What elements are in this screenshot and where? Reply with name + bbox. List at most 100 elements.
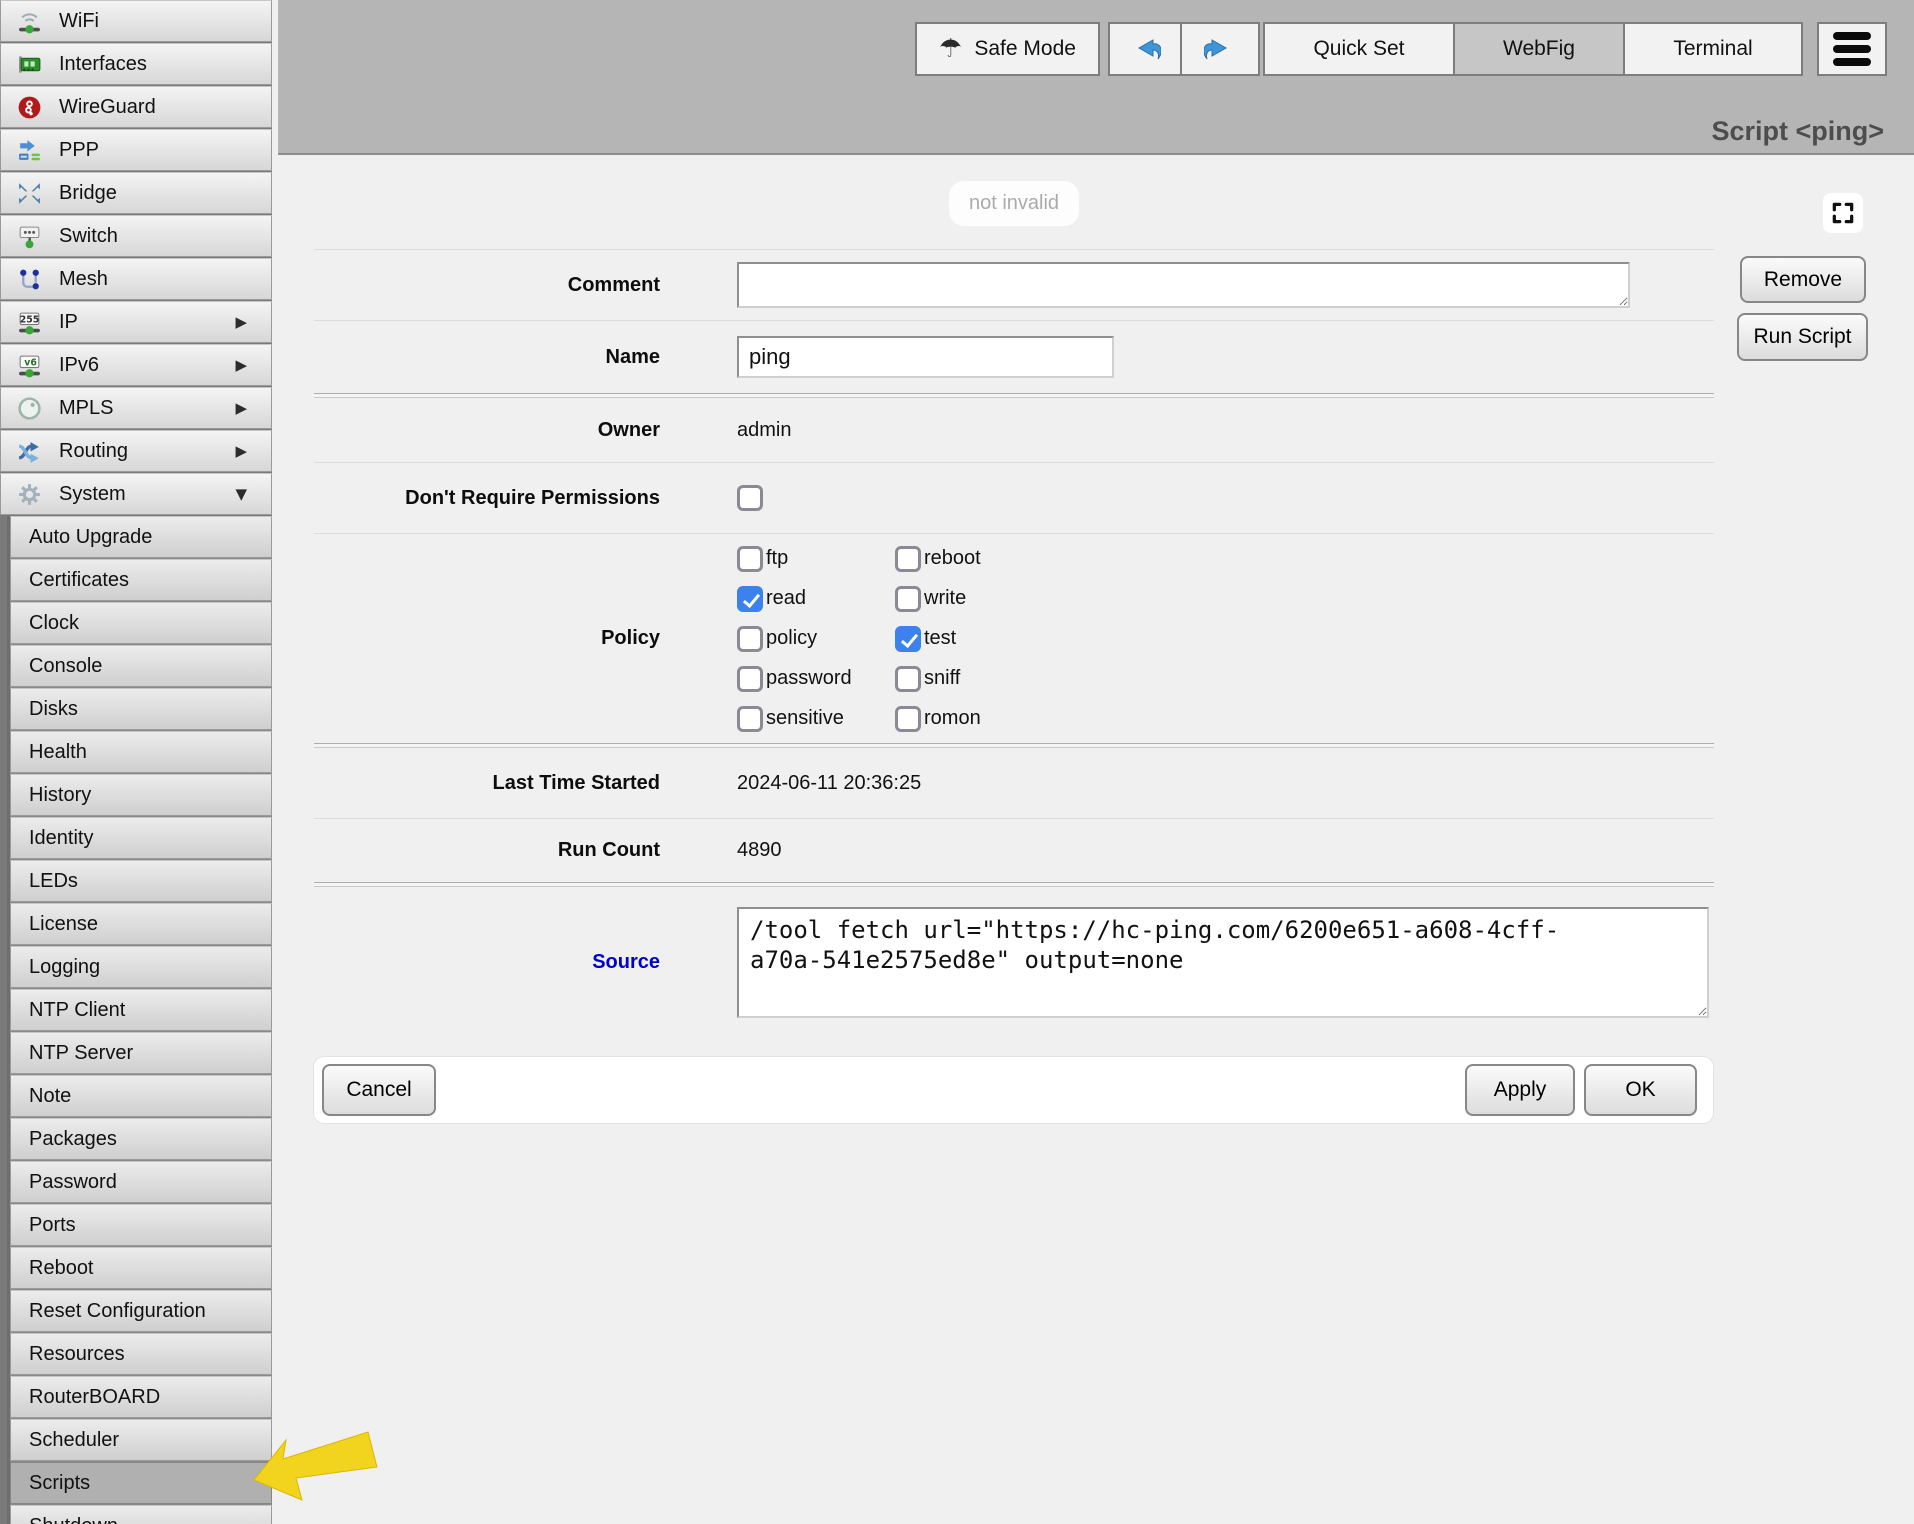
sidebar-subitem[interactable]: NTP Client: [10, 989, 272, 1031]
sidebar-item-label: Mesh: [59, 268, 108, 291]
policy-checkbox[interactable]: [737, 706, 763, 732]
comment-input[interactable]: [737, 262, 1630, 308]
sidebar-subitem-label: Shutdown: [29, 1515, 118, 1524]
source-input[interactable]: /tool fetch url="https://hc-ping.com/620…: [737, 907, 1709, 1018]
policy-checkbox-row[interactable]: sensitive: [737, 699, 895, 739]
sidebar-subitem[interactable]: Password: [10, 1161, 272, 1203]
tab-terminal[interactable]: Terminal: [1623, 22, 1803, 76]
policy-checkbox-row[interactable]: read: [737, 579, 895, 619]
policy-checkbox[interactable]: [895, 586, 921, 612]
name-input[interactable]: [737, 336, 1114, 378]
sidebar-subitem-label: History: [29, 784, 91, 807]
policy-checkbox-row[interactable]: write: [895, 579, 1053, 619]
sidebar-subitem[interactable]: LEDs: [10, 860, 272, 902]
sidebar-subitem[interactable]: Identity: [10, 817, 272, 859]
sidebar-item-label: Bridge: [59, 182, 117, 205]
owner-value: admin: [737, 419, 791, 442]
policy-checkbox[interactable]: [737, 586, 763, 612]
sidebar-subitem[interactable]: Certificates: [10, 559, 272, 601]
fullscreen-button[interactable]: [1823, 193, 1863, 233]
apply-button[interactable]: Apply: [1465, 1064, 1575, 1116]
sidebar-subitem[interactable]: Shutdown: [10, 1505, 272, 1524]
policy-checkbox[interactable]: [737, 666, 763, 692]
mpls-icon: [16, 395, 43, 422]
policy-checkbox[interactable]: [895, 626, 921, 652]
sidebar-item-label: Interfaces: [59, 53, 147, 76]
sidebar-item[interactable]: Interfaces: [0, 43, 272, 85]
policy-checkbox-row[interactable]: ftp: [737, 539, 895, 579]
sidebar-subitem[interactable]: Health: [10, 731, 272, 773]
remove-button[interactable]: Remove: [1740, 256, 1866, 303]
sidebar-subitem[interactable]: Ports: [10, 1204, 272, 1246]
owner-label: Owner: [314, 419, 660, 442]
dont-require-permissions-checkbox[interactable]: [737, 485, 763, 511]
sidebar-subitem-label: Auto Upgrade: [29, 526, 152, 549]
policy-checkbox[interactable]: [737, 546, 763, 572]
cancel-button[interactable]: Cancel: [322, 1064, 436, 1116]
sidebar-subitem[interactable]: License: [10, 903, 272, 945]
hamburger-menu-button[interactable]: [1817, 22, 1887, 76]
sidebar-subitem-label: Packages: [29, 1128, 117, 1151]
sidebar-subitem[interactable]: NTP Server: [10, 1032, 272, 1074]
sidebar-item-label: Switch: [59, 225, 118, 248]
policy-checkbox-label: sniff: [924, 667, 960, 690]
sidebar-subitem[interactable]: History: [10, 774, 272, 816]
sidebar-subitem[interactable]: Auto Upgrade: [10, 516, 272, 558]
policy-checkbox-row[interactable]: sniff: [895, 659, 1053, 699]
sidebar-subitem[interactable]: Logging: [10, 946, 272, 988]
sidebar-subitem[interactable]: RouterBOARD: [10, 1376, 272, 1418]
sidebar-subitem[interactable]: Reboot: [10, 1247, 272, 1289]
sidebar-subitem[interactable]: Console: [10, 645, 272, 687]
last-time-started-value: 2024-06-11 20:36:25: [737, 772, 921, 795]
policy-checkbox-row[interactable]: test: [895, 619, 1053, 659]
policy-checkbox-row[interactable]: password: [737, 659, 895, 699]
safe-mode-button[interactable]: ☂ Safe Mode: [915, 22, 1100, 76]
redo-button[interactable]: [1180, 22, 1260, 76]
sidebar-item[interactable]: v6 IPv6 ▶: [0, 344, 272, 386]
policy-checkbox-row[interactable]: policy: [737, 619, 895, 659]
source-label: Source: [314, 951, 660, 974]
sidebar-item[interactable]: PPP: [0, 129, 272, 171]
policy-checkbox-row[interactable]: romon: [895, 699, 1053, 739]
sidebar-item[interactable]: System ▼: [0, 473, 272, 515]
undo-icon: [1129, 33, 1161, 65]
policy-checkbox[interactable]: [895, 546, 921, 572]
sidebar-subitem-label: Ports: [29, 1214, 76, 1237]
policy-checkbox[interactable]: [737, 626, 763, 652]
tab-webfig[interactable]: WebFig: [1453, 22, 1625, 76]
svg-text:v6: v6: [24, 357, 37, 368]
sidebar-item[interactable]: MPLS ▶: [0, 387, 272, 429]
sidebar-item[interactable]: 255 IP ▶: [0, 301, 272, 343]
bridge-icon: [16, 180, 43, 207]
sidebar-subitem[interactable]: Scheduler: [10, 1419, 272, 1461]
run-script-button[interactable]: Run Script: [1737, 313, 1868, 361]
policy-label: Policy: [314, 627, 660, 650]
last-time-started-label: Last Time Started: [314, 772, 660, 795]
policy-checkbox-label: password: [766, 667, 852, 690]
sidebar-subitem[interactable]: Scripts: [10, 1462, 272, 1504]
policy-checkbox[interactable]: [895, 666, 921, 692]
sidebar-subitem[interactable]: Clock: [10, 602, 272, 644]
policy-checkbox[interactable]: [895, 706, 921, 732]
routing-icon: [16, 438, 43, 465]
name-label: Name: [314, 346, 660, 369]
sidebar-subitem[interactable]: Disks: [10, 688, 272, 730]
sidebar-subitem[interactable]: Resources: [10, 1333, 272, 1375]
ok-button[interactable]: OK: [1584, 1064, 1697, 1116]
sidebar-subitem[interactable]: Note: [10, 1075, 272, 1117]
sidebar-subitem-label: Identity: [29, 827, 93, 850]
script-detail-panel: Remove Run Script not invalid Comment Na…: [272, 157, 1914, 1524]
sidebar-item[interactable]: Switch: [0, 215, 272, 257]
sidebar-item[interactable]: Bridge: [0, 172, 272, 214]
sidebar-item[interactable]: Mesh: [0, 258, 272, 300]
sidebar-subitem-label: Resources: [29, 1343, 125, 1366]
tab-quick-set[interactable]: Quick Set: [1263, 22, 1455, 76]
sidebar-subitem[interactable]: Reset Configuration: [10, 1290, 272, 1332]
sidebar-item[interactable]: WireGuard: [0, 86, 272, 128]
sidebar-subitem[interactable]: Packages: [10, 1118, 272, 1160]
undo-button[interactable]: [1108, 22, 1182, 76]
sidebar-subitem-label: Clock: [29, 612, 79, 635]
policy-checkbox-row[interactable]: reboot: [895, 539, 1053, 579]
sidebar-item[interactable]: WiFi: [0, 0, 272, 42]
sidebar-item[interactable]: Routing ▶: [0, 430, 272, 472]
